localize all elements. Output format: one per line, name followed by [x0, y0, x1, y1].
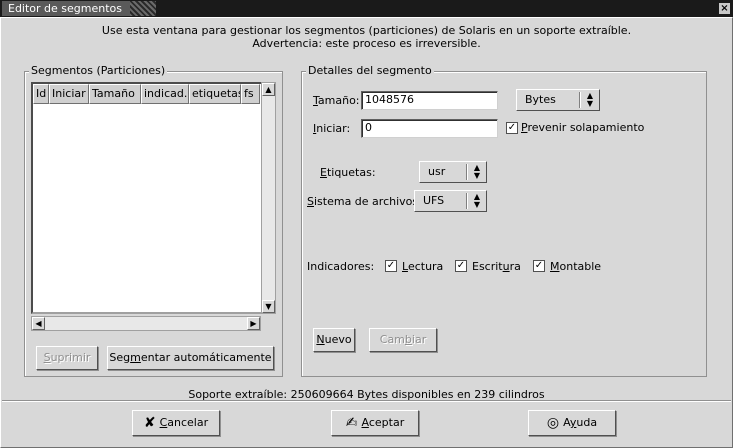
mountable-label: Montable	[550, 260, 602, 273]
col-fs[interactable]: fs	[241, 84, 260, 104]
details-group: Detalles del segmento	[301, 64, 707, 377]
details-legend: Detalles del segmento	[306, 64, 434, 78]
tags-value: usr	[428, 165, 446, 178]
table-header: Id Iniciar Tamaño indicad... etiquetas f…	[33, 84, 260, 104]
cancel-icon: ✘	[143, 415, 156, 431]
unit-select[interactable]: Bytes ▲ ▼	[516, 89, 600, 111]
spin-arrows-icon: ▲ ▼	[473, 192, 481, 209]
accept-icon: ✍	[345, 415, 358, 431]
auto-segment-button[interactable]: Segmentar automáticamente	[107, 346, 274, 370]
tags-select[interactable]: usr ▲ ▼	[419, 161, 487, 183]
filesystem-value: UFS	[423, 194, 445, 207]
col-id[interactable]: Id	[33, 84, 49, 104]
segments-legend: Segmentos (Particiones)	[29, 64, 168, 78]
spin-arrows-icon: ▲ ▼	[473, 163, 481, 180]
prevent-overlap-label: Prevenir solapamiento	[521, 121, 645, 134]
footer-divider	[2, 400, 731, 402]
col-tags[interactable]: etiquetas	[189, 84, 241, 104]
read-checkbox[interactable]: ✓	[385, 260, 397, 272]
col-size[interactable]: Tamaño	[89, 84, 141, 104]
scroll-left-icon[interactable]: ◀	[32, 317, 45, 330]
intro-warning: Advertencia: este proceso es irreversibl…	[252, 37, 481, 50]
start-input[interactable]: 0	[361, 119, 498, 138]
change-button[interactable]: Cambiar	[369, 328, 437, 352]
delete-button[interactable]: Suprimir	[36, 346, 98, 370]
scroll-down-icon[interactable]: ▼	[262, 300, 275, 313]
horizontal-scrollbar[interactable]: ◀ ▶	[31, 316, 261, 331]
scroll-right-icon[interactable]: ▶	[247, 317, 260, 330]
tags-label: Etiquetas:	[320, 166, 376, 179]
write-label: Escritura	[472, 260, 521, 273]
col-flags[interactable]: indicad...	[141, 84, 189, 104]
filesystem-label: Sistema de archivos:	[307, 195, 422, 208]
help-button[interactable]: ◎ Ayuda	[528, 410, 616, 436]
prevent-overlap-checkbox[interactable]: ✓	[506, 122, 518, 134]
close-icon[interactable]: ×	[719, 3, 730, 14]
segments-table[interactable]: Id Iniciar Tamaño indicad... etiquetas f…	[31, 82, 276, 314]
col-start[interactable]: Iniciar	[49, 84, 89, 104]
mountable-checkbox[interactable]: ✓	[533, 260, 545, 272]
new-button[interactable]: Nuevo	[313, 328, 355, 352]
flags-label: Indicadores:	[307, 260, 375, 273]
spin-arrows-icon: ▲ ▼	[586, 91, 594, 108]
scroll-up-icon[interactable]: ▲	[262, 83, 275, 96]
vertical-scrollbar[interactable]: ▲ ▼	[261, 82, 276, 314]
help-icon: ◎	[546, 415, 560, 431]
size-label: Tamaño:	[313, 94, 360, 107]
size-input[interactable]: 1048576	[361, 91, 498, 110]
title-bar: Editor de segmentos ×	[0, 0, 733, 17]
write-checkbox[interactable]: ✓	[455, 260, 467, 272]
intro-line-1: Use esta ventana para gestionar los segm…	[101, 24, 632, 37]
cancel-button[interactable]: ✘ Cancelar	[132, 410, 220, 436]
intro-text: Use esta ventana para gestionar los segm…	[0, 24, 733, 50]
read-label: Lectura	[402, 260, 444, 273]
filesystem-select[interactable]: UFS ▲ ▼	[414, 190, 487, 212]
window-title: Editor de segmentos	[2, 1, 157, 16]
unit-value: Bytes	[525, 93, 556, 106]
start-label: Iniciar:	[313, 122, 351, 135]
accept-button[interactable]: ✍ Aceptar	[331, 410, 419, 436]
